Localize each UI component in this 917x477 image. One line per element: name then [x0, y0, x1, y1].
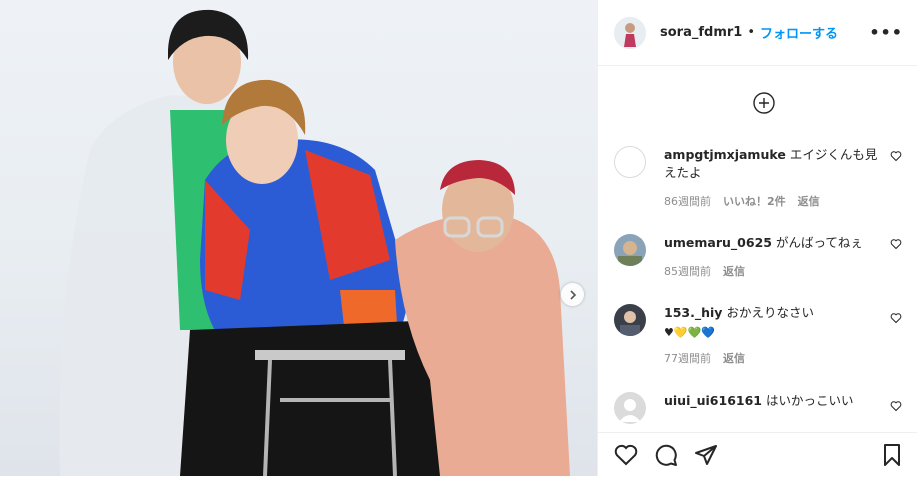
- comment-likes[interactable]: いいね！2件: [723, 195, 786, 208]
- post-action-bar: [598, 432, 917, 477]
- comment-bubble-icon[interactable]: [654, 443, 678, 467]
- commenter-avatar[interactable]: [614, 392, 646, 424]
- author-username[interactable]: sora_fdmr1: [660, 25, 742, 40]
- bookmark-icon[interactable]: [880, 443, 904, 467]
- comment-time: 85週間前: [664, 265, 711, 278]
- comment-text: おかえりなさい: [726, 305, 814, 320]
- comment-emoji: ♥💛💚💙: [664, 326, 715, 339]
- load-more-comments-icon[interactable]: [753, 92, 775, 114]
- heart-icon[interactable]: [890, 400, 902, 412]
- comment-text: はいかっこいい: [766, 393, 854, 408]
- reply-button[interactable]: 返信: [723, 352, 745, 365]
- heart-icon[interactable]: [890, 150, 902, 162]
- commenter-avatar[interactable]: [614, 304, 646, 336]
- reply-button[interactable]: 返信: [798, 195, 820, 208]
- post-header: sora_fdmr1 • フォローする •••: [598, 0, 917, 66]
- comment-time: 86週間前: [664, 195, 711, 208]
- commenter-username[interactable]: umemaru_0625: [664, 235, 772, 250]
- more-options-icon[interactable]: •••: [869, 23, 903, 42]
- commenter-username[interactable]: uiui_ui616161: [664, 393, 762, 408]
- commenter-avatar[interactable]: [614, 146, 646, 178]
- author-avatar[interactable]: [614, 16, 646, 49]
- paper-plane-icon[interactable]: [694, 443, 718, 467]
- heart-icon[interactable]: [890, 312, 902, 324]
- post-photo[interactable]: [0, 0, 597, 476]
- next-photo-button[interactable]: [561, 283, 584, 306]
- follow-button[interactable]: フォローする: [760, 23, 838, 42]
- comment-time: 77週間前: [664, 352, 711, 365]
- photo-illustration: [59, 9, 570, 476]
- commenter-username[interactable]: 153._hiy: [664, 305, 722, 320]
- chevron-right-icon: [569, 289, 576, 300]
- like-heart-icon[interactable]: [614, 443, 638, 467]
- post-side-panel: sora_fdmr1 • フォローする ••• ampgtjmxjamuke エイ…: [597, 0, 917, 476]
- heart-icon[interactable]: [890, 238, 902, 250]
- reply-button[interactable]: 返信: [723, 265, 745, 278]
- commenter-avatar[interactable]: [614, 234, 646, 266]
- header-separator: •: [747, 25, 755, 40]
- comment-text: がんばってねぇ: [775, 235, 863, 250]
- commenter-username[interactable]: ampgtjmxjamuke: [664, 147, 786, 162]
